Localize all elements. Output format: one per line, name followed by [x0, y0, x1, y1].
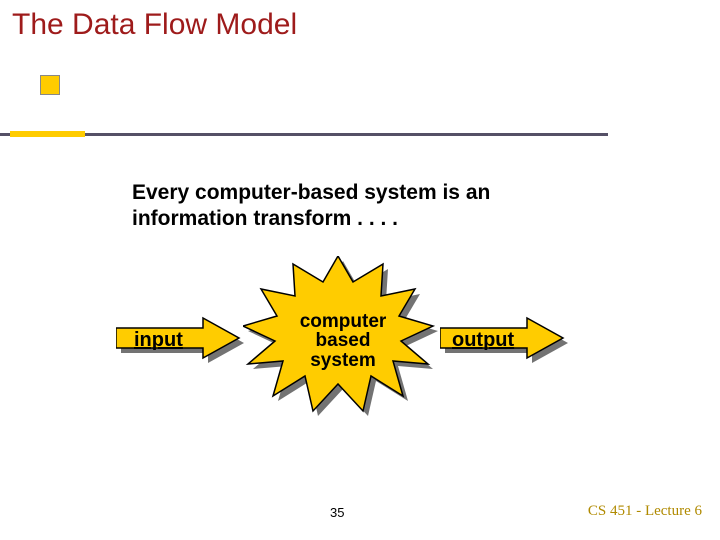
input-arrow-label: input — [134, 329, 183, 352]
star-line-1: computer — [300, 311, 387, 332]
page-number: 35 — [330, 505, 344, 520]
star-line-3: system — [310, 350, 376, 371]
star-line-2: based — [316, 330, 371, 351]
output-arrow: output — [440, 316, 570, 366]
starburst-label: computer based system — [300, 312, 387, 370]
title-underline — [0, 133, 608, 136]
accent-underline — [10, 131, 85, 137]
body-line-2: information transform . . . . — [132, 207, 398, 230]
starburst: computer based system — [243, 256, 443, 426]
slide-title: The Data Flow Model — [12, 8, 297, 42]
input-arrow: input — [116, 316, 246, 366]
body-text: Every computer-based system is an inform… — [132, 180, 490, 233]
bullet-square-icon — [40, 75, 60, 95]
slide-title-text: The Data Flow Model — [12, 8, 297, 41]
output-arrow-label: output — [452, 329, 514, 352]
footer-text: CS 451 - Lecture 6 — [588, 503, 702, 520]
body-line-1: Every computer-based system is an — [132, 181, 490, 204]
